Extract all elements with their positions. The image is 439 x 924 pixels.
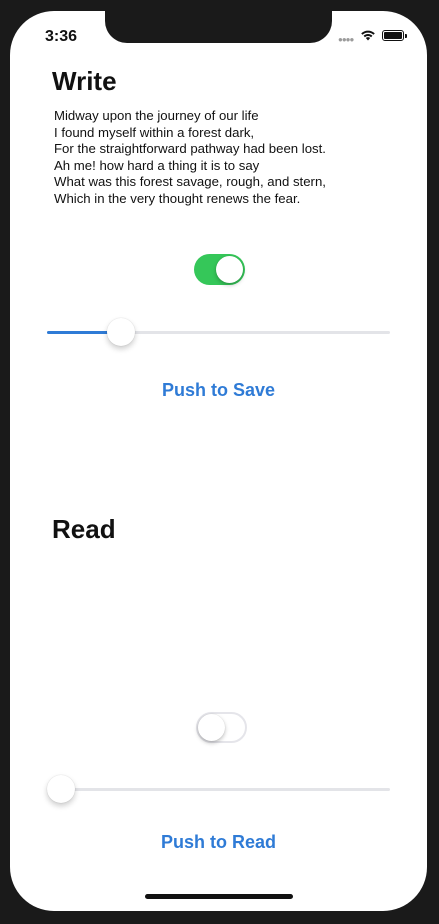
- toggle-knob: [198, 714, 225, 741]
- poem-line: I found myself within a forest dark,: [54, 124, 255, 140]
- slider-thumb[interactable]: [106, 318, 135, 346]
- battery-cap: [405, 34, 407, 38]
- wifi-icon: [361, 30, 375, 41]
- poem-line: For the straightforward pathway had been…: [54, 141, 326, 156]
- notch: [105, 11, 332, 43]
- push-to-read-button[interactable]: Push to Read: [10, 832, 427, 853]
- poem-line: Midway upon the journey of our life: [54, 108, 259, 123]
- slider-track: [47, 788, 390, 791]
- toggle-knob: [216, 256, 243, 283]
- write-slider[interactable]: [47, 317, 390, 347]
- write-toggle[interactable]: [194, 254, 245, 285]
- app-screen: 3:36 ●●●● Write Midway upon the journey …: [10, 11, 427, 911]
- read-slider[interactable]: [47, 774, 390, 804]
- poem-line: Ah me! how hard a thing it is to say: [54, 157, 260, 173]
- poem-line: What was this forest savage, rough, and …: [54, 174, 326, 189]
- battery-icon: [382, 30, 404, 41]
- write-heading: Write: [52, 66, 117, 96]
- read-heading: Read: [52, 514, 116, 544]
- status-time: 3:36: [45, 28, 78, 45]
- read-toggle[interactable]: [196, 712, 247, 743]
- signal-icon: ●●●●: [338, 35, 354, 44]
- home-indicator: [145, 894, 293, 899]
- write-text-view[interactable]: Midway upon the journey of our life I fo…: [54, 108, 326, 207]
- push-to-save-button[interactable]: Push to Save: [10, 380, 427, 401]
- slider-thumb[interactable]: [47, 775, 75, 803]
- poem-line: Which in the very thought renews the fea…: [54, 190, 301, 206]
